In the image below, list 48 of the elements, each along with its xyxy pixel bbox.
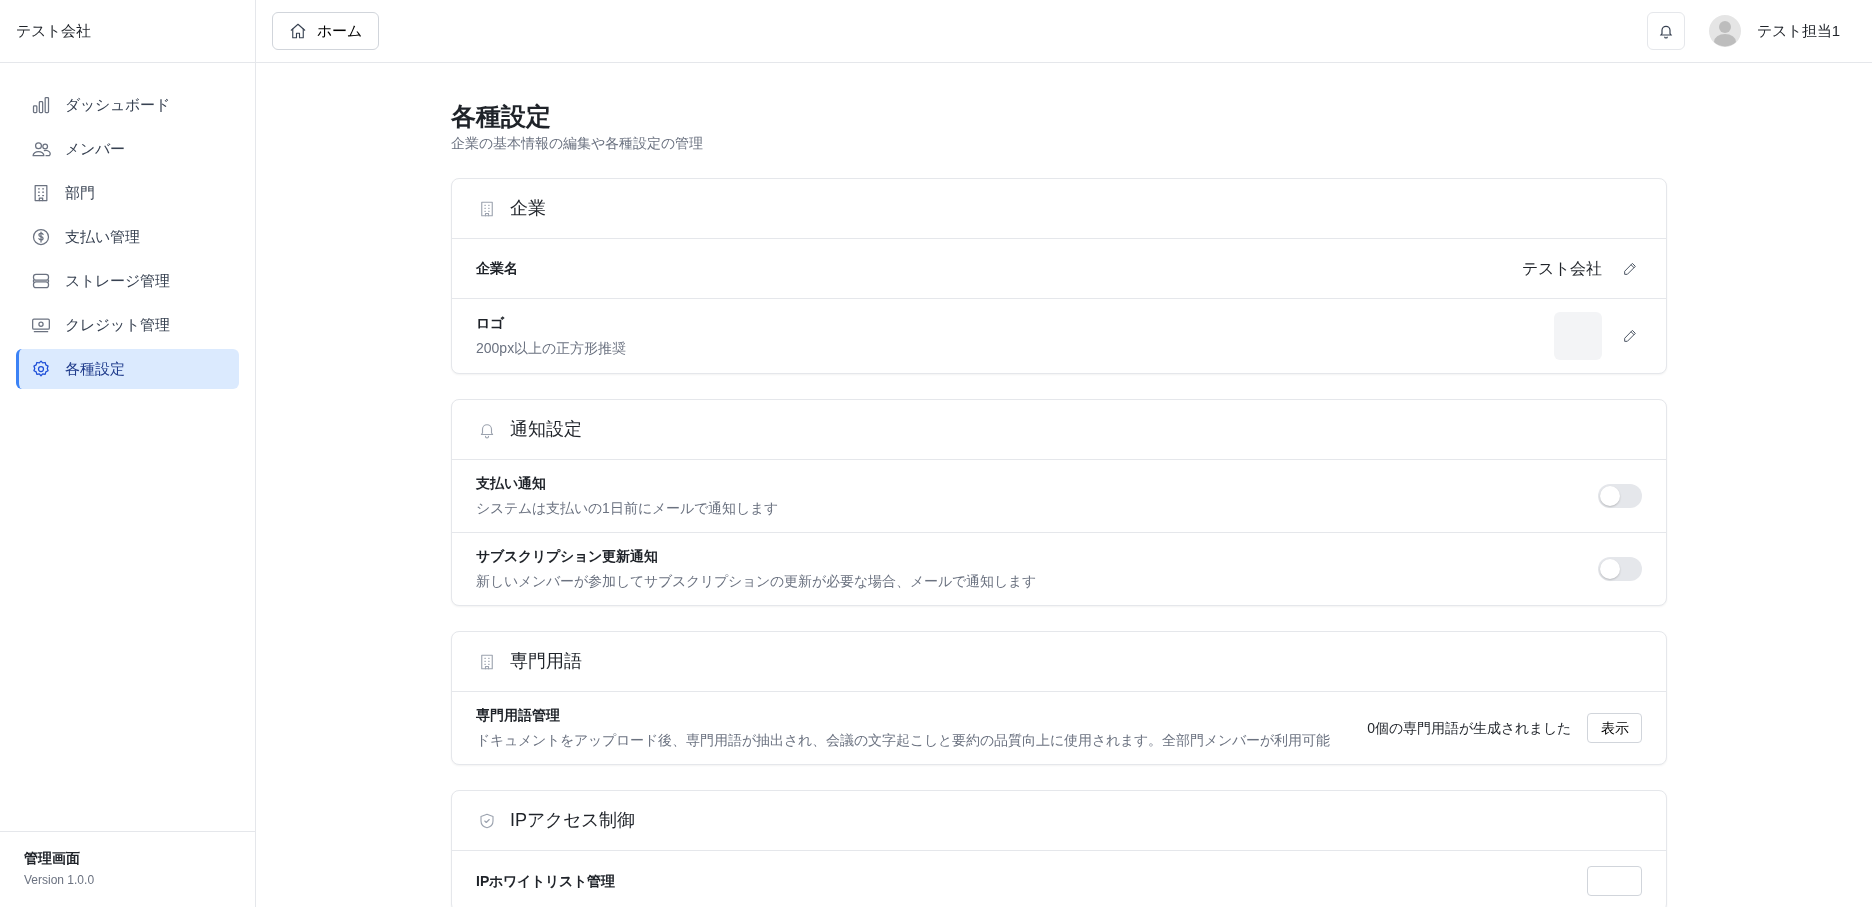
bell-icon <box>1657 23 1674 39</box>
setting-description: 200px以上の正方形推奨 <box>476 339 627 358</box>
setting-label: 専門用語管理 <box>476 706 561 725</box>
setting-label: 企業名 <box>476 259 518 278</box>
notification-button[interactable] <box>1646 12 1685 50</box>
footer-title: 管理画面 <box>24 849 81 868</box>
version-text: Version 1.0.0 <box>24 872 96 889</box>
toggle-switch[interactable] <box>1598 557 1642 581</box>
nav-item[interactable]: メンバー <box>16 129 239 169</box>
page-title: 各種設定 <box>451 101 552 131</box>
avatar-icon[interactable] <box>1708 15 1741 47</box>
section-title: 専門用語 <box>510 650 582 673</box>
home-button[interactable]: ホーム <box>272 12 379 50</box>
setting-description: ドキュメントをアップロード後、専門用語が抽出され、会議の文字起こしと要約の品質向上に使用されます。全部門メンバーが利用可能 <box>476 731 1330 750</box>
nav-item[interactable]: ダッシュボード <box>16 85 239 125</box>
shield-icon <box>478 811 496 830</box>
storage-icon <box>31 271 51 291</box>
section-title: 通知設定 <box>510 418 582 441</box>
user-name[interactable]: テスト担当1 <box>1756 19 1840 43</box>
page-subtitle: 企業の基本情報の編集や各種設定の管理 <box>451 134 704 153</box>
setting-description: 新しいメンバーが参加してサブスクリプションの更新が必要な場合、メールで通知します <box>476 572 1036 591</box>
setting-label: 支払い通知 <box>476 474 547 493</box>
nav-item[interactable]: クレジット管理 <box>16 305 239 345</box>
status-text: 0個の専門用語が生成されました <box>1367 718 1571 738</box>
nav-item[interactable]: 支払い管理 <box>16 217 239 257</box>
bar-chart-icon <box>31 95 51 115</box>
nav-item[interactable]: ストレージ管理 <box>16 261 239 301</box>
setting-label: ロゴ <box>476 314 506 333</box>
setting-value: テスト会社 <box>1522 258 1602 279</box>
pencil-icon <box>1622 328 1638 344</box>
settings-icon <box>31 359 51 379</box>
view-button[interactable]: 表示 <box>1587 713 1642 743</box>
toggle-switch[interactable] <box>1598 484 1642 508</box>
dollar-icon <box>31 227 51 247</box>
section-title: 企業 <box>510 197 546 220</box>
home-icon <box>289 22 307 40</box>
setting-description: システムは支払いの1日前にメールで通知します <box>476 499 778 518</box>
setting-label: サブスクリプション更新通知 <box>476 547 659 566</box>
nav-item[interactable]: 部門 <box>16 173 239 213</box>
nav-item[interactable]: 各種設定 <box>16 349 239 389</box>
pencil-icon <box>1622 260 1638 277</box>
company-name: テスト会社 <box>16 20 91 41</box>
building-icon <box>478 199 496 218</box>
users-icon <box>31 139 51 159</box>
view-button[interactable] <box>1587 866 1642 896</box>
setting-label: IPホワイトリスト管理 <box>476 871 616 891</box>
building-icon <box>478 652 496 671</box>
section-title: IPアクセス制御 <box>510 809 635 832</box>
